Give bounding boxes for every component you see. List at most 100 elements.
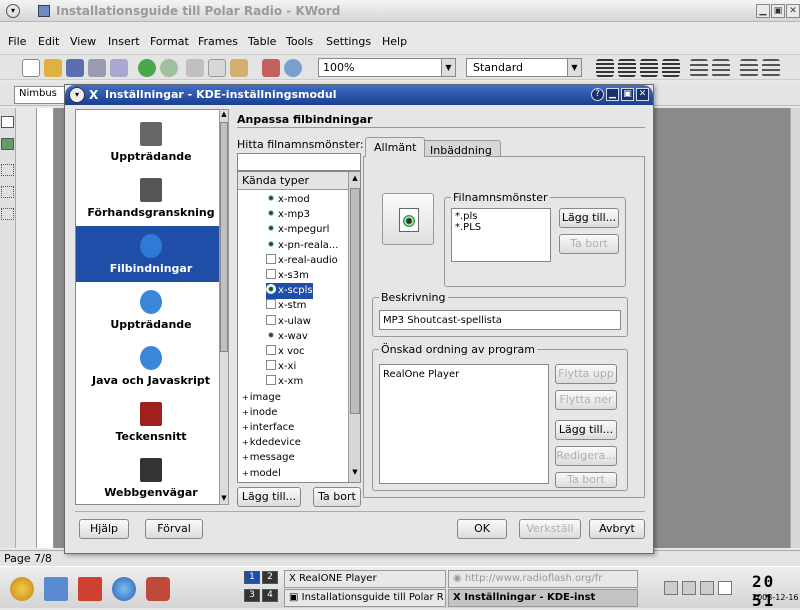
menu-tools[interactable]: Tools	[286, 35, 313, 48]
description-input[interactable]	[379, 310, 621, 330]
module-item[interactable]: Filbindningar	[76, 226, 226, 282]
mimetype-icon-button[interactable]	[382, 193, 434, 245]
klipper-tray-icon[interactable]	[682, 581, 696, 595]
paste-icon[interactable]	[230, 59, 248, 77]
ok-button[interactable]: OK	[457, 519, 507, 539]
scroll-up-icon[interactable]: ▲	[350, 174, 360, 182]
picture-icon[interactable]	[1, 138, 14, 150]
kde-menu-icon[interactable]	[10, 577, 34, 601]
tree-scrollbar[interactable]: ▲ ▼	[348, 172, 360, 482]
minimize-icon[interactable]: ▁	[756, 4, 770, 18]
close-icon[interactable]: ✕	[786, 4, 800, 18]
patterns-list[interactable]: *.pls *.PLS	[451, 208, 551, 262]
module-item[interactable]: Webbgenvägar	[76, 450, 226, 504]
align-center-icon[interactable]	[618, 59, 636, 77]
zoom-select[interactable]: 100% ▼	[318, 58, 456, 77]
expand-icon[interactable]: +	[242, 423, 249, 432]
tree-item[interactable]: +model	[242, 466, 281, 482]
program-add-button[interactable]: Lägg till...	[555, 420, 617, 440]
scrollbar-thumb[interactable]	[220, 122, 228, 352]
tab-general[interactable]: Allmänt	[365, 137, 426, 157]
module-item[interactable]: Uppträdande	[76, 282, 226, 338]
scrollbar-thumb[interactable]	[350, 188, 360, 414]
program-item[interactable]: RealOne Player	[383, 367, 545, 382]
new-document-icon[interactable]	[22, 59, 40, 77]
bullet-list-icon[interactable]	[690, 59, 708, 77]
part-icon[interactable]	[1, 208, 14, 220]
table-icon[interactable]	[1, 116, 14, 128]
scroll-down-icon[interactable]: ▼	[350, 468, 360, 476]
scroll-down-icon[interactable]: ▼	[220, 494, 228, 504]
chevron-down-icon[interactable]: ▼	[441, 59, 455, 76]
module-list-scrollbar[interactable]: ▲ ▼	[219, 109, 229, 505]
menu-view[interactable]: View	[70, 35, 96, 48]
monitor-tray-icon[interactable]	[700, 581, 714, 595]
tree-remove-button[interactable]: Ta bort	[313, 487, 361, 507]
tree-item[interactable]: +interface	[242, 420, 294, 436]
tree-item[interactable]: x-mp3	[266, 207, 310, 223]
module-item[interactable]: Teckensnitt	[76, 394, 226, 450]
window-menu-icon[interactable]: ▾	[6, 4, 20, 18]
module-item[interactable]: Java och Javaskript	[76, 338, 226, 394]
expand-icon[interactable]: +	[242, 453, 249, 462]
tree-item[interactable]: x-xi	[266, 359, 296, 375]
menu-insert[interactable]: Insert	[108, 35, 140, 48]
vertical-scrollbar[interactable]	[790, 108, 800, 548]
formula-icon[interactable]	[1, 186, 14, 198]
cancel-button[interactable]: Avbryt	[589, 519, 645, 539]
task-kword[interactable]: ▣ Installationsguide till Polar R	[284, 589, 446, 607]
window-menu-icon[interactable]: ▾	[69, 87, 85, 103]
home-icon[interactable]	[78, 577, 102, 601]
tree-item[interactable]: x-xm	[266, 374, 303, 390]
cut-icon[interactable]	[186, 59, 204, 77]
move-down-button[interactable]: Flytta ner	[555, 390, 617, 410]
expand-icon[interactable]: +	[242, 438, 249, 447]
pattern-item[interactable]: *.PLS	[455, 222, 547, 233]
module-item[interactable]: Uppträdande	[76, 114, 226, 170]
settings-tool-icon[interactable]	[146, 577, 170, 601]
tab-embedding[interactable]: Inbäddning	[421, 140, 501, 157]
text-frame-icon[interactable]	[1, 164, 14, 176]
tree-item[interactable]: x voc	[266, 344, 305, 360]
find-icon[interactable]	[284, 59, 302, 77]
apply-button[interactable]: Verkställ	[519, 519, 581, 539]
expand-icon[interactable]: +	[242, 469, 249, 478]
indent-increase-icon[interactable]	[762, 59, 780, 77]
menu-table[interactable]: Table	[248, 35, 276, 48]
open-folder-icon[interactable]	[44, 59, 62, 77]
move-up-button[interactable]: Flytta upp	[555, 364, 617, 384]
menu-file[interactable]: File	[8, 35, 26, 48]
browser-globe-icon[interactable]	[112, 577, 136, 601]
default-button[interactable]: Förval	[145, 519, 203, 539]
dialog-titlebar[interactable]: ▾ X Inställningar - KDE-inställningsmodu…	[65, 85, 653, 105]
program-edit-button[interactable]: Redigera...	[555, 446, 617, 466]
expand-icon[interactable]: +	[242, 393, 249, 402]
save-icon[interactable]	[66, 59, 84, 77]
patterns-remove-button[interactable]: Ta bort	[559, 234, 619, 254]
module-item[interactable]: Förhandsgranskning	[76, 170, 226, 226]
number-list-icon[interactable]	[712, 59, 730, 77]
maximize-icon[interactable]: ▣	[621, 88, 634, 101]
scroll-up-icon[interactable]: ▲	[220, 110, 228, 120]
volume-tray-icon[interactable]	[718, 581, 732, 595]
task-settings[interactable]: X Inställningar - KDE-inst	[448, 589, 638, 607]
align-justify-icon[interactable]	[662, 59, 680, 77]
undo-icon[interactable]	[138, 59, 156, 77]
indent-decrease-icon[interactable]	[740, 59, 758, 77]
menu-help[interactable]: Help	[382, 35, 407, 48]
close-icon[interactable]: ✕	[636, 88, 649, 101]
minimize-icon[interactable]: ▁	[606, 88, 619, 101]
tree-item[interactable]: +kdedevice	[242, 435, 301, 451]
tree-add-button[interactable]: Lägg till...	[237, 487, 301, 507]
tree-item[interactable]: +inode	[242, 405, 277, 421]
pager-desktop-1[interactable]: 1	[244, 571, 260, 584]
tree-item[interactable]: x-stm	[266, 298, 306, 314]
program-remove-button[interactable]: Ta bort	[555, 472, 617, 488]
tree-item[interactable]: +image	[242, 390, 281, 406]
redo-icon[interactable]	[160, 59, 178, 77]
pattern-item[interactable]: *.pls	[455, 211, 547, 222]
align-right-icon[interactable]	[640, 59, 658, 77]
pager-desktop-3[interactable]: 3	[244, 589, 260, 602]
menu-frames[interactable]: Frames	[198, 35, 238, 48]
find-pattern-input[interactable]	[237, 153, 361, 171]
